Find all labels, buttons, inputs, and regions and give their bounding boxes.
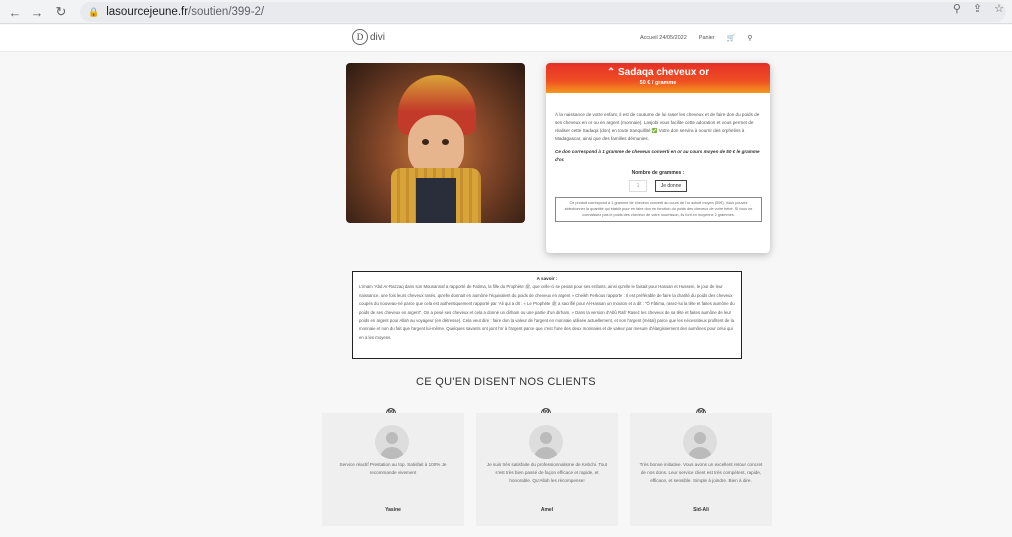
info-body: L'imam 'Abd Ar-Razzaq dans son Mousannaf… — [359, 284, 735, 340]
cart-icon[interactable]: 🛒 — [727, 34, 736, 42]
product-image — [346, 63, 525, 223]
avatar — [375, 425, 409, 459]
site-header: D divi Accueil 24/05/2022 Panier 🛒 ⚲ — [0, 25, 1012, 52]
product-price: 50 € / gramme — [639, 80, 677, 86]
donate-button[interactable]: Je donne — [655, 180, 687, 192]
product-card-header: ⌃ Sadaqa cheveux or 50 € / gramme — [546, 63, 770, 93]
menu-item-accueil[interactable]: Accueil 24/05/2022 — [640, 35, 687, 41]
product-don-info: Ce don correspond à 1 gramme de cheveux … — [555, 149, 760, 162]
share-icon[interactable]: ⇪ — [973, 2, 982, 15]
info-box: A savoir : L'imam 'Abd Ar-Razzaq dans so… — [352, 271, 742, 359]
star-icon[interactable]: ☆ — [994, 2, 1004, 15]
url-path: /soutien/399-2/ — [188, 6, 265, 18]
quantity-input[interactable]: 1 — [629, 180, 647, 192]
product-card: ⌃ Sadaqa cheveux or 50 € / gramme À la n… — [546, 63, 770, 253]
product-title: ⌃ Sadaqa cheveux or — [606, 67, 710, 78]
testimonial-card: Très bonne initiative. Vous avons un exc… — [630, 413, 772, 526]
main-menu: Accueil 24/05/2022 Panier 🛒 ⚲ — [640, 34, 753, 42]
logo-text: divi — [370, 31, 386, 43]
menu-item-panier[interactable]: Panier — [699, 35, 715, 41]
testimonial-text: Très bonne initiative. Vous avons un exc… — [639, 462, 763, 483]
logo-d-icon: D — [352, 29, 368, 45]
testimonial-card: Je suis très satisfaite du professionnal… — [476, 413, 618, 526]
avatar — [683, 425, 717, 459]
search-icon[interactable]: ⚲ — [747, 34, 752, 42]
testimonial-name: Yasine — [385, 507, 401, 513]
product-description: À la naissance de votre enfant, il est d… — [555, 112, 760, 141]
lock-icon: 🔒 — [88, 6, 100, 17]
info-title: A savoir : — [536, 276, 558, 281]
testimonial-card: Service réactif Prestation au top. Satis… — [322, 413, 464, 526]
forward-icon[interactable]: → — [26, 1, 48, 23]
product-note: Ce produit correspond à 1 gramme de chev… — [555, 197, 762, 222]
site-logo[interactable]: D divi — [352, 29, 385, 45]
avatar — [529, 425, 563, 459]
browser-toolbar: ← → ↻ 🔒 lasourcejeune.fr/soutien/399-2/ … — [0, 0, 1012, 24]
testimonial-text: Service réactif Prestation au top. Satis… — [339, 462, 447, 475]
testimonials-title: CE QU'EN DISENT NOS CLIENTS — [416, 376, 596, 388]
testimonial-name: Sid-Ali — [693, 507, 709, 513]
zoom-icon[interactable]: ⚲ — [953, 2, 961, 15]
testimonial-name: Amel — [540, 507, 554, 513]
url-host: lasourcejeune.fr — [106, 6, 189, 18]
address-bar[interactable]: 🔒 lasourcejeune.fr/soutien/399-2/ — [80, 2, 1006, 22]
testimonial-text: Je suis très satisfaite du professionnal… — [486, 462, 608, 483]
reload-icon[interactable]: ↻ — [50, 1, 72, 23]
quantity-label: Nombre de grammes : — [631, 170, 685, 176]
back-icon[interactable]: ← — [4, 1, 26, 23]
